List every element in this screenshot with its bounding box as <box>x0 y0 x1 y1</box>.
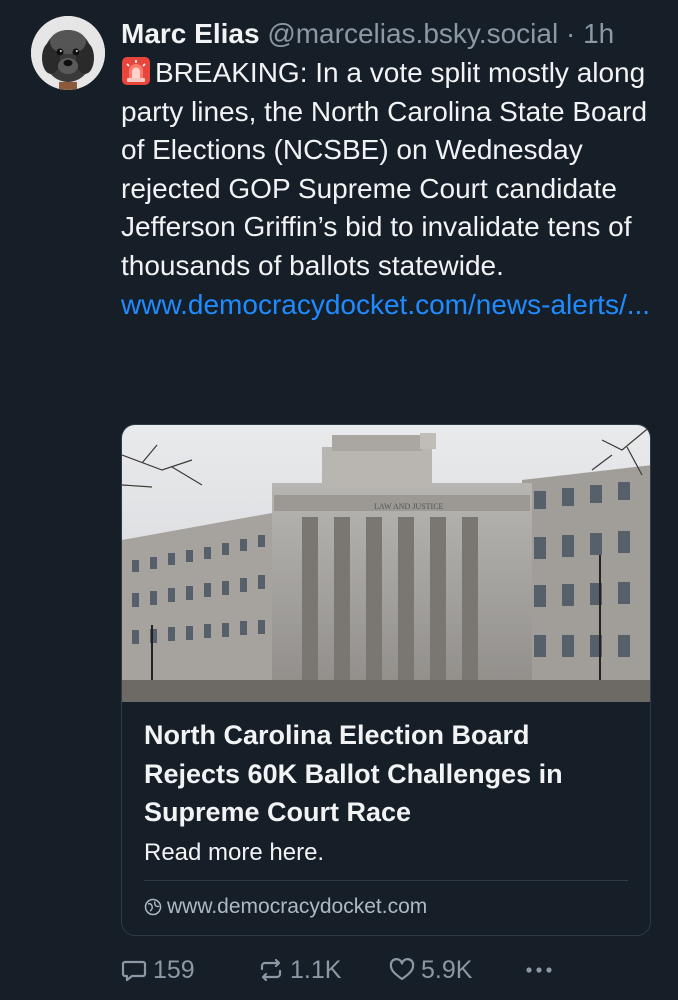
reply-button[interactable]: 159 <box>121 950 195 990</box>
like-count: 5.9K <box>421 955 473 984</box>
repost-button[interactable]: 1.1K <box>258 950 341 990</box>
post-text: BREAKING: In a vote split mostly along p… <box>121 54 651 324</box>
repost-icon <box>260 958 282 982</box>
author-handle[interactable]: @marcelias.bsky.social <box>267 18 558 49</box>
post-body: BREAKING: In a vote split mostly along p… <box>121 57 648 281</box>
heart-icon <box>389 958 415 981</box>
globe-icon <box>144 898 162 916</box>
building-inscription: LAW AND JUSTICE <box>374 502 444 511</box>
reply-icon <box>121 960 147 982</box>
post-header: Marc Elias @marcelias.bsky.social · 1h <box>121 14 661 54</box>
card-divider <box>144 879 628 881</box>
card-domain-row: www.democracydocket.com <box>144 895 628 919</box>
card-title[interactable]: North Carolina Election Board Rejects 60… <box>144 716 628 832</box>
header-separator: · <box>565 18 576 49</box>
card-domain: www.democracydocket.com <box>167 894 428 918</box>
card-description: Read more here. <box>144 838 325 866</box>
ellipsis-icon <box>526 967 552 973</box>
post-actions: 159 1.1K 5.9K <box>121 950 661 990</box>
reply-count: 159 <box>153 955 195 984</box>
author-avatar[interactable] <box>31 16 105 90</box>
courthouse-image: LAW AND JUSTICE <box>122 425 650 702</box>
more-options-button[interactable] <box>524 950 560 990</box>
repost-count: 1.1K <box>290 955 342 984</box>
author-name[interactable]: Marc Elias <box>121 18 260 49</box>
like-button[interactable]: 5.9K <box>389 950 472 990</box>
dog-avatar-image <box>31 16 105 90</box>
post-time[interactable]: 1h <box>583 18 614 49</box>
post[interactable]: Marc Elias @marcelias.bsky.social · 1h B… <box>0 0 678 1000</box>
link-preview-card[interactable]: LAW AND JUSTICE North Carolina Election … <box>121 424 651 936</box>
police-siren-icon <box>122 57 150 85</box>
post-link[interactable]: www.democracydocket.com/news-alerts/... <box>121 286 651 325</box>
